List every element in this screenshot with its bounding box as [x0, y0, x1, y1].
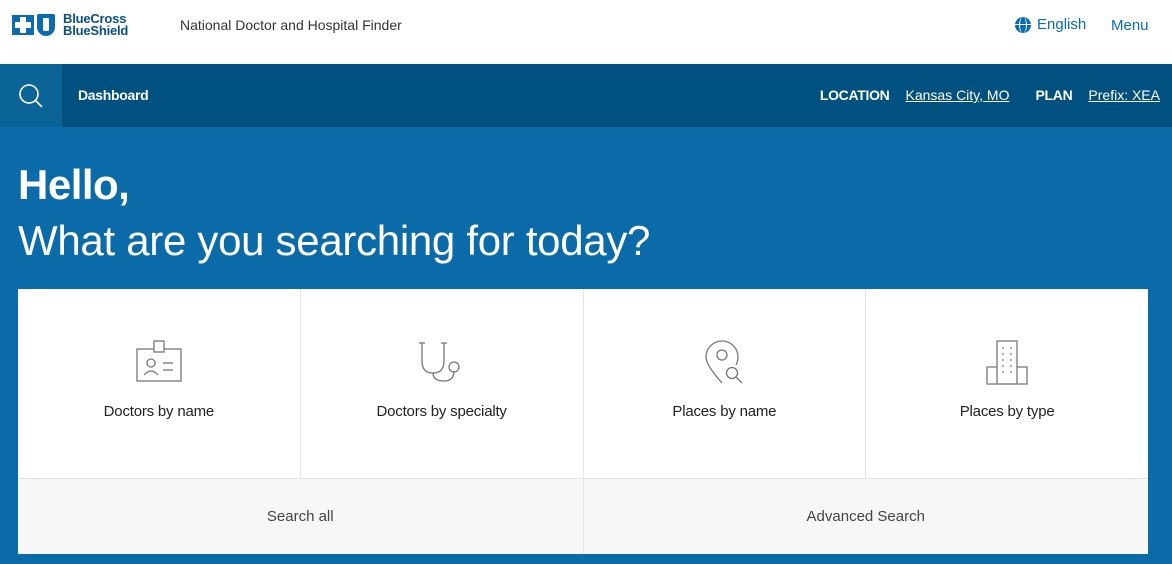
logo-text: BlueCross BlueShield	[63, 12, 129, 38]
search-tiles: Doctors by name Doctors by specialty Pla…	[18, 289, 1148, 479]
search-actions: Search all Advanced Search	[18, 479, 1148, 554]
location-search-icon	[705, 340, 743, 384]
bcbs-logo[interactable]: BlueCross BlueShield	[12, 12, 129, 38]
cross-icon	[12, 15, 34, 35]
tile-doctors-by-name[interactable]: Doctors by name	[18, 289, 301, 478]
language-label: English	[1037, 16, 1087, 33]
location-label: LOCATION	[819, 87, 890, 103]
tile-doctors-by-specialty[interactable]: Doctors by specialty	[301, 289, 584, 478]
nav-context: LOCATION Kansas City, MO PLAN Prefix: XE…	[820, 87, 1160, 103]
plan-label: PLAN	[1035, 87, 1073, 103]
search-button[interactable]	[0, 64, 62, 127]
search-icon	[19, 83, 43, 108]
tile-label: Doctors by name	[103, 403, 215, 420]
site-tagline: National Doctor and Hospital Finder	[180, 17, 402, 33]
search-options-card: Doctors by name Doctors by specialty Pla…	[18, 289, 1148, 554]
globe-icon	[1015, 16, 1031, 33]
tile-places-by-type[interactable]: Places by type	[866, 289, 1148, 478]
tile-places-by-name[interactable]: Places by name	[584, 289, 867, 478]
tile-label: Places by type	[959, 403, 1055, 420]
logo-text-line2: BlueShield	[63, 23, 129, 38]
logo-mark	[12, 14, 55, 36]
search-question-heading: What are you searching for today?	[18, 217, 651, 264]
tile-label: Places by name	[672, 403, 777, 420]
top-header: BlueCross BlueShield National Doctor and…	[0, 0, 1172, 64]
location-value-link[interactable]: Kansas City, MO	[905, 87, 1009, 103]
shield-icon	[37, 14, 55, 36]
greeting-heading: Hello,	[18, 161, 130, 208]
building-icon	[986, 340, 1028, 385]
search-all-button[interactable]: Search all	[18, 479, 584, 554]
stethoscope-icon	[418, 342, 460, 382]
dashboard-link[interactable]: Dashboard	[78, 87, 149, 103]
navigation-bar: Dashboard LOCATION Kansas City, MO PLAN …	[0, 64, 1172, 127]
id-card-icon	[136, 340, 182, 382]
tile-label: Doctors by specialty	[376, 403, 507, 420]
menu-link[interactable]: Menu	[1111, 17, 1149, 34]
language-selector[interactable]: English	[1015, 16, 1086, 33]
plan-value-link[interactable]: Prefix: XEA	[1088, 87, 1160, 103]
advanced-search-button[interactable]: Advanced Search	[584, 479, 1149, 554]
